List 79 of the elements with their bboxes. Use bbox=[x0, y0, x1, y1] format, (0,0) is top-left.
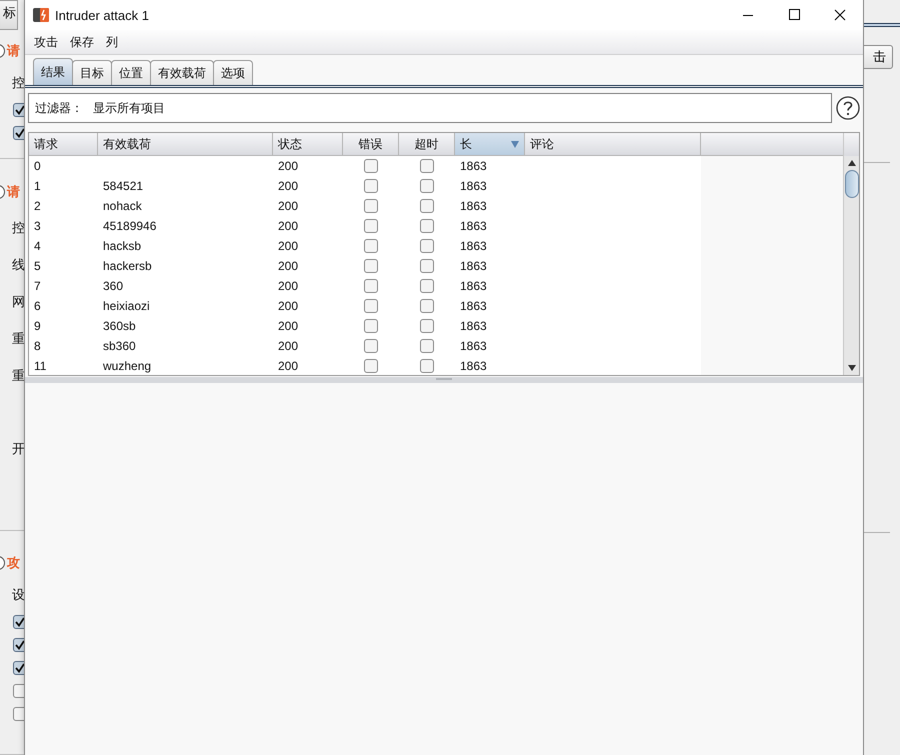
table-row[interactable]: 3 45189946 200 1863 bbox=[29, 216, 701, 236]
table-cell: sb360 bbox=[103, 339, 136, 353]
tab[interactable]: 选项 bbox=[213, 60, 253, 85]
column-header[interactable]: 状态 bbox=[273, 133, 343, 156]
tab[interactable]: 结果 bbox=[33, 58, 73, 85]
table-cell: 200 bbox=[278, 339, 298, 353]
table-cell: 9 bbox=[34, 319, 41, 333]
table-cell: 1863 bbox=[460, 199, 487, 213]
filter-bar[interactable]: 过滤器： 显示所有项目 bbox=[28, 93, 832, 123]
table-cell: 1863 bbox=[460, 239, 487, 253]
tab[interactable]: 标 bbox=[0, 0, 18, 30]
table-cell: 200 bbox=[278, 219, 298, 233]
table-row[interactable]: 9 360sb 200 1863 bbox=[29, 316, 701, 336]
section-heading: 攻 bbox=[7, 555, 20, 572]
table-cell: 1863 bbox=[460, 299, 487, 313]
filter-value: 显示所有项目 bbox=[93, 100, 165, 116]
table-cell: 5 bbox=[34, 259, 41, 273]
table-cell: 200 bbox=[278, 259, 298, 273]
table-row[interactable]: 7 360 200 1863 bbox=[29, 276, 701, 296]
menu-item[interactable]: 保存 bbox=[65, 34, 99, 50]
filter-label: 过滤器： bbox=[35, 100, 83, 116]
attack-button[interactable]: 击 bbox=[864, 45, 893, 69]
table-cell: 200 bbox=[278, 159, 298, 173]
column-header[interactable]: 超时 bbox=[399, 133, 455, 156]
table-cell: 2 bbox=[34, 199, 41, 213]
table-cell: 360sb bbox=[103, 319, 136, 333]
tab[interactable]: 目标 bbox=[72, 60, 112, 85]
table-cell: 3 bbox=[34, 219, 41, 233]
tab[interactable]: 有效载荷 bbox=[150, 60, 214, 85]
table-cell: 7 bbox=[34, 279, 41, 293]
table-cell: hackersb bbox=[103, 259, 152, 273]
table-row[interactable]: 2 nohack 200 1863 bbox=[29, 196, 701, 216]
table-row[interactable]: 5 hackersb 200 1863 bbox=[29, 256, 701, 276]
table-cell: hacksb bbox=[103, 239, 142, 253]
table-cell: 1 bbox=[34, 179, 41, 193]
column-header[interactable]: 评论 bbox=[525, 133, 701, 156]
table-cell: heixiaozi bbox=[103, 299, 150, 313]
table-row[interactable]: 6 heixiaozi 200 1863 bbox=[29, 296, 701, 316]
table-cell: 360 bbox=[103, 279, 124, 293]
table-cell: 8 bbox=[34, 339, 41, 353]
table-cell: 0 bbox=[34, 159, 41, 173]
column-header[interactable]: 有效载荷 bbox=[98, 133, 273, 156]
table-row[interactable]: 0 200 1863 bbox=[29, 156, 701, 176]
table-cell: 45189946 bbox=[103, 219, 156, 233]
table-cell: 1863 bbox=[460, 219, 487, 233]
table-cell: 11 bbox=[34, 359, 46, 373]
table-cell: 4 bbox=[34, 239, 41, 253]
table-row[interactable]: 4 hacksb 200 1863 bbox=[29, 236, 701, 256]
table-cell: 200 bbox=[278, 359, 298, 373]
table-cell: 1863 bbox=[460, 159, 487, 173]
table-cell: 1863 bbox=[460, 259, 487, 273]
table-cell: nohack bbox=[103, 199, 142, 213]
column-header[interactable]: 请求 bbox=[29, 133, 98, 156]
table-cell: 584521 bbox=[103, 179, 144, 193]
table-cell: 1863 bbox=[460, 319, 487, 333]
table-cell: 200 bbox=[278, 199, 298, 213]
table-cell: 6 bbox=[34, 299, 41, 313]
table-row[interactable]: 8 sb360 200 1863 bbox=[29, 336, 701, 356]
table-cell: 200 bbox=[278, 299, 298, 313]
section-heading: 请 bbox=[7, 43, 20, 60]
window-title: Intruder attack 1 bbox=[55, 8, 149, 22]
table-row[interactable]: 1 584521 200 1863 bbox=[29, 176, 701, 196]
section-heading: 请 bbox=[7, 184, 20, 201]
table-row[interactable]: 11 wuzheng 200 1863 bbox=[29, 356, 701, 375]
table-cell: 200 bbox=[278, 179, 298, 193]
table-cell: 1863 bbox=[460, 359, 487, 373]
table-cell: 1863 bbox=[460, 179, 487, 193]
table-cell: wuzheng bbox=[103, 359, 152, 373]
table-cell: 200 bbox=[278, 239, 298, 253]
table-cell: 1863 bbox=[460, 279, 487, 293]
column-header[interactable]: 错误 bbox=[343, 133, 399, 156]
table-cell: 1863 bbox=[460, 339, 487, 353]
tab[interactable]: 位置 bbox=[111, 60, 151, 85]
table-cell: 200 bbox=[278, 319, 298, 333]
column-header[interactable]: 长 bbox=[455, 133, 525, 156]
table-cell: 200 bbox=[278, 279, 298, 293]
menu-item[interactable]: 列 bbox=[101, 34, 123, 50]
label: 网 bbox=[12, 294, 24, 310]
menu-item[interactable]: 攻击 bbox=[29, 34, 63, 50]
